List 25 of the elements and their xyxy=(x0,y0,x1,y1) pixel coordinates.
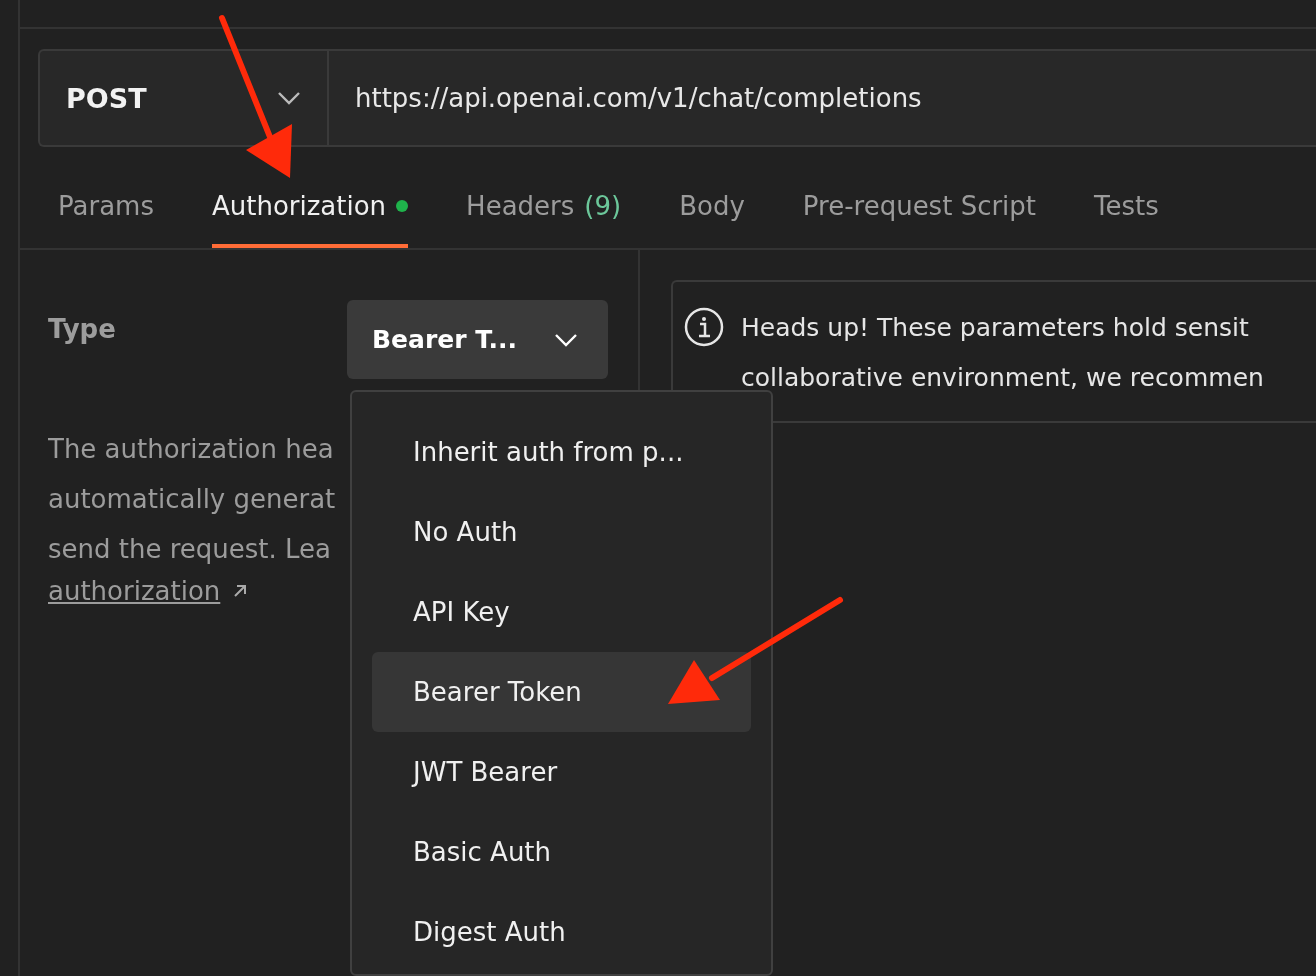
docs-link[interactable]: authorization xyxy=(48,574,221,608)
menu-item[interactable]: Digest Auth xyxy=(372,892,751,972)
description-text: send the request. Lea xyxy=(48,533,333,566)
tab[interactable]: Body xyxy=(679,147,745,248)
type-dropdown[interactable]: Bearer T... xyxy=(347,300,608,379)
external-link-icon xyxy=(232,583,249,599)
description-text: The authorization hea xyxy=(48,433,335,466)
menu-item[interactable]: JWT Bearer xyxy=(372,732,751,812)
tab[interactable]: Tests xyxy=(1094,147,1159,248)
tab[interactable]: Headers (9) xyxy=(466,147,622,248)
chevron-icon xyxy=(277,91,301,105)
url-field[interactable]: https://api.openai.com/v1/chat/completions xyxy=(329,51,922,145)
tab[interactable]: Params xyxy=(58,147,154,248)
notice-text: Heads up! These parameters hold sensit xyxy=(741,312,1250,344)
info-icon xyxy=(683,306,725,348)
chevron-icon xyxy=(554,332,578,347)
menu-item[interactable]: API Key xyxy=(372,572,751,652)
notice-text: collaborative environment, we recommen xyxy=(741,362,1264,394)
type-label: Type xyxy=(48,314,116,344)
tab[interactable]: Pre-request Script xyxy=(802,147,1037,248)
menu-item[interactable]: Basic Auth xyxy=(372,812,751,892)
menu-item[interactable]: Inherit auth from p... xyxy=(372,412,751,492)
menu-item[interactable]: No Auth xyxy=(372,492,751,572)
menu-item[interactable]: Bearer Token xyxy=(372,652,751,732)
description-text: automatically generat xyxy=(48,483,337,516)
